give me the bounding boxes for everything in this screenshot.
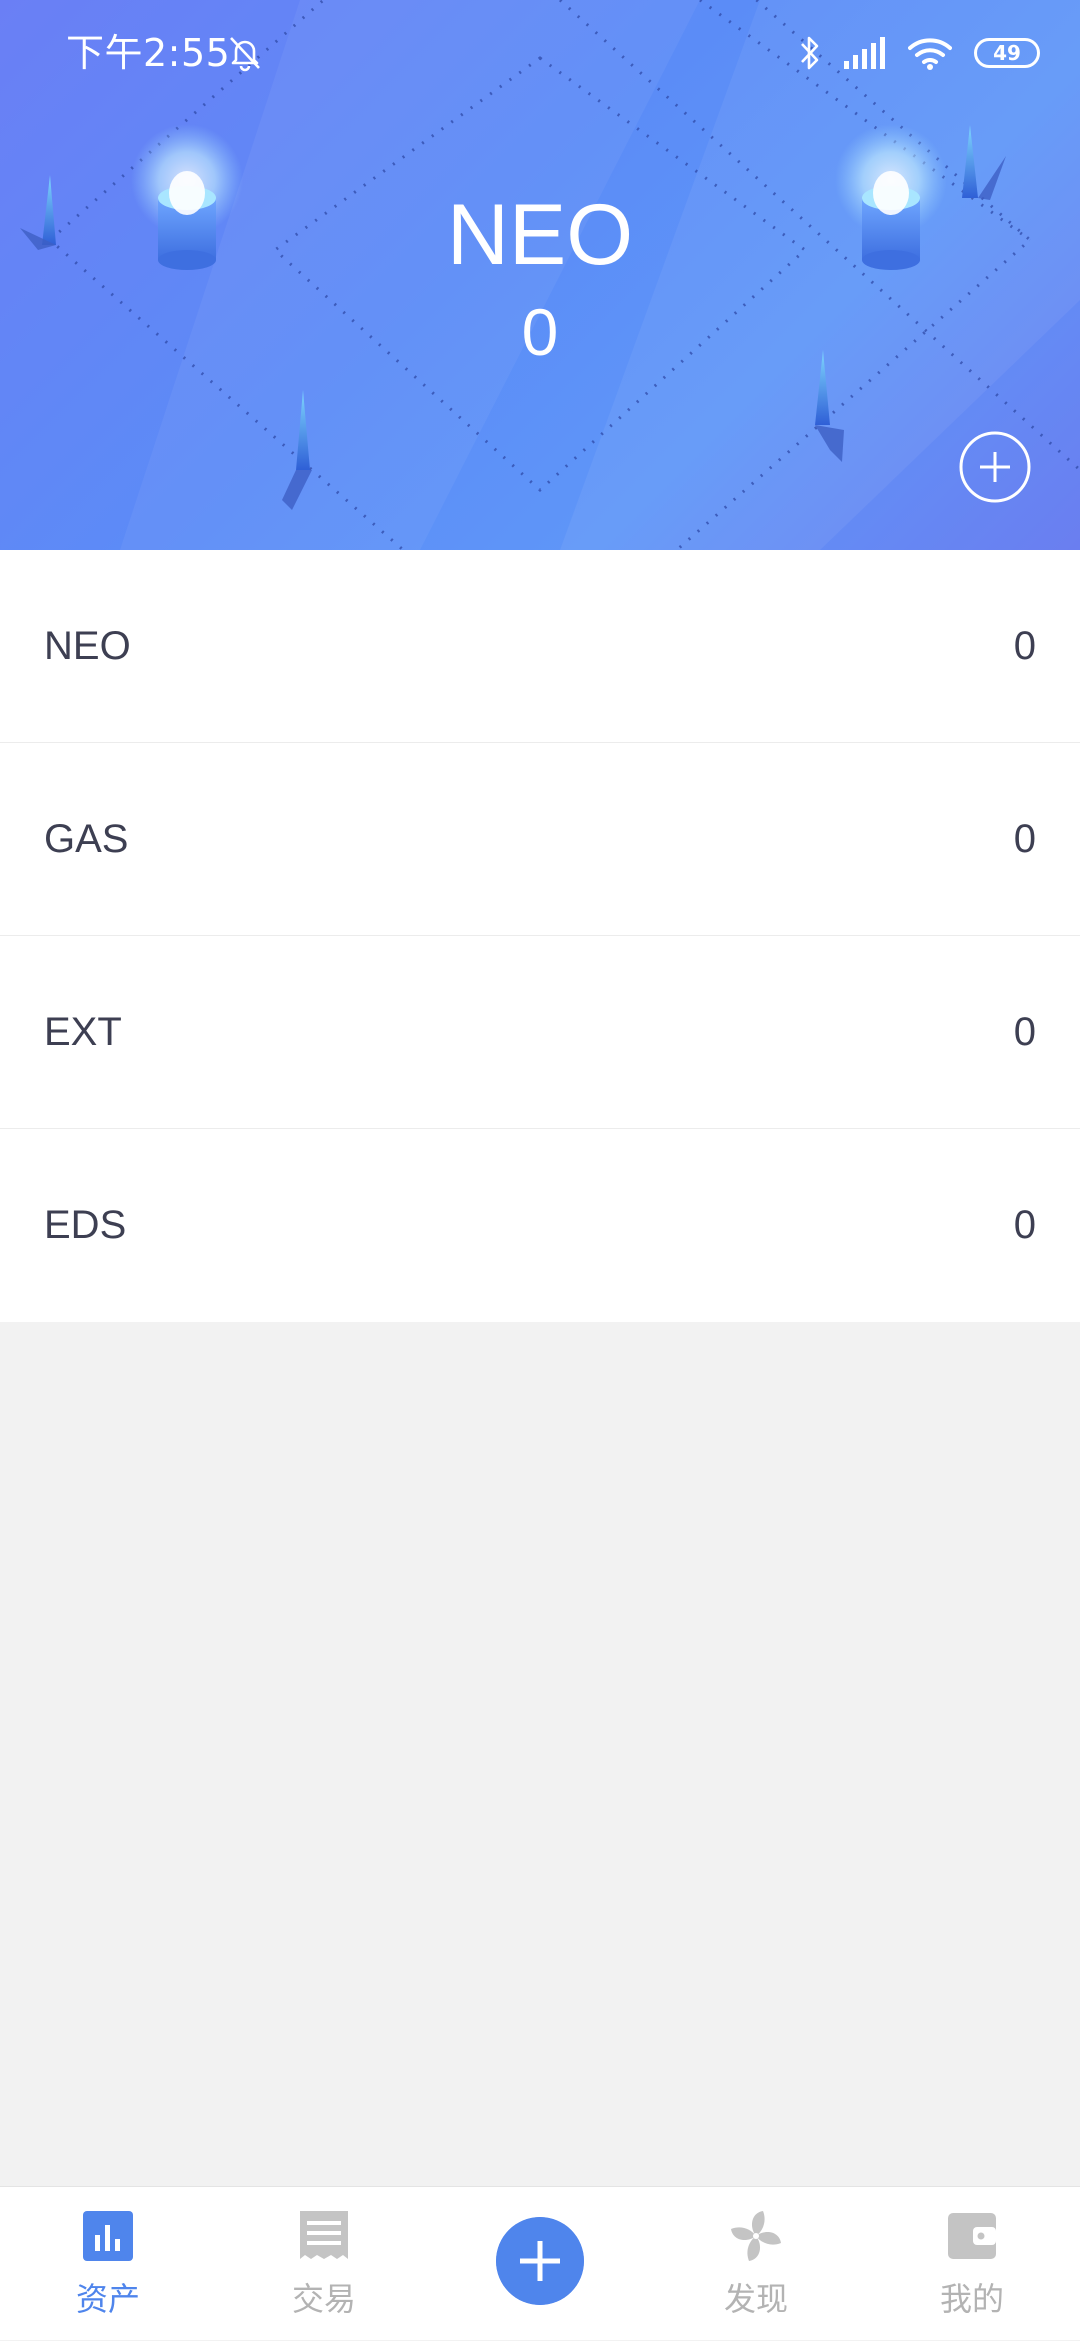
asset-row-eds[interactable]: EDS 0 xyxy=(0,1129,1080,1322)
add-asset-button[interactable] xyxy=(958,430,1032,504)
wallet-icon xyxy=(948,2213,996,2259)
plus-icon[interactable] xyxy=(496,2217,584,2305)
battery-level: 49 xyxy=(993,41,1021,65)
nav-label: 发现 xyxy=(723,2280,788,2318)
asset-name: NEO xyxy=(44,624,131,668)
asset-name: GAS xyxy=(44,817,129,861)
asset-amount: 0 xyxy=(1013,1010,1036,1054)
header-asset-name: NEO xyxy=(446,187,634,283)
nav-label: 我的 xyxy=(939,2280,1004,2318)
status-indicators: 49 xyxy=(798,30,1040,76)
wallet-header: 下午2:55 49 NEO 0 xyxy=(0,0,1080,550)
receipt-icon xyxy=(300,2211,348,2259)
asset-row-neo[interactable]: NEO 0 xyxy=(0,550,1080,743)
asset-row-ext[interactable]: EXT 0 xyxy=(0,936,1080,1129)
asset-list: NEO 0 GAS 0 EXT 0 EDS 0 xyxy=(0,550,1080,1322)
asset-amount: 0 xyxy=(1013,817,1036,861)
wifi-icon xyxy=(908,38,952,70)
bar-chart-icon xyxy=(83,2211,133,2261)
nav-tab-transactions[interactable]: 交易 xyxy=(216,2187,432,2341)
battery-icon: 49 xyxy=(974,38,1040,68)
pinwheel-icon xyxy=(731,2211,781,2261)
asset-name: EDS xyxy=(44,1203,127,1247)
signal-icon xyxy=(844,37,885,69)
asset-name: EXT xyxy=(44,1010,122,1054)
bell-muted-icon xyxy=(230,37,260,72)
nav-center-add[interactable] xyxy=(432,2187,648,2341)
asset-row-gas[interactable]: GAS 0 xyxy=(0,743,1080,936)
asset-amount: 0 xyxy=(1013,1203,1036,1247)
status-bar: 下午2:55 49 xyxy=(0,0,1080,100)
nav-tab-discover[interactable]: 发现 xyxy=(648,2187,864,2341)
header-asset-total: 0 xyxy=(521,295,559,369)
nav-tab-mine[interactable]: 我的 xyxy=(864,2187,1080,2341)
status-time: 下午2:55 xyxy=(66,31,231,75)
nav-tab-assets[interactable]: 资产 xyxy=(0,2187,216,2341)
bluetooth-icon xyxy=(801,36,819,70)
nav-label: 资产 xyxy=(75,2280,140,2318)
nav-label: 交易 xyxy=(291,2280,356,2318)
bottom-navigation: 资产 交易 发现 我的 xyxy=(0,2186,1080,2340)
asset-amount: 0 xyxy=(1013,624,1036,668)
